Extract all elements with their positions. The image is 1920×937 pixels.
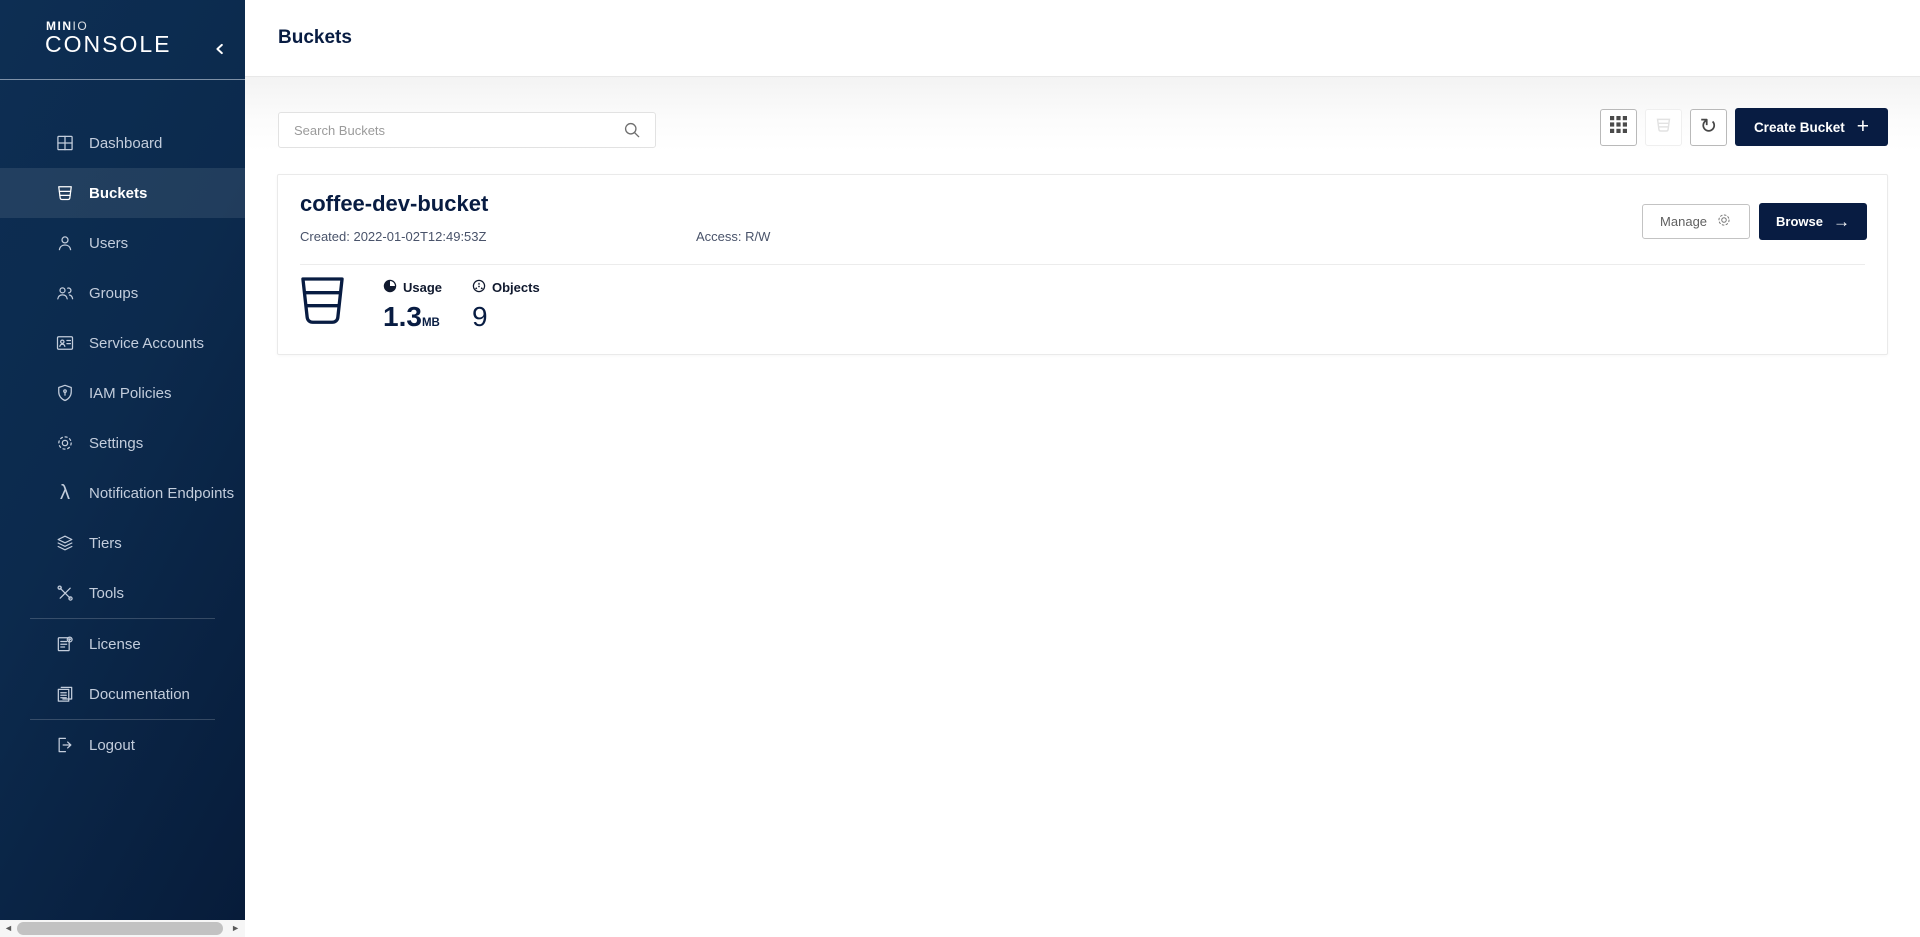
- sidebar-item-buckets[interactable]: Buckets: [0, 168, 245, 218]
- logout-icon: [55, 735, 75, 755]
- page-header: Buckets: [245, 0, 1920, 77]
- sidebar-item-label: Settings: [89, 435, 143, 452]
- create-bucket-button[interactable]: Create Bucket +: [1735, 108, 1888, 146]
- documentation-icon: [55, 684, 75, 704]
- sidebar: MINIO CONSOLE Dashboard Buckets Users: [0, 0, 245, 920]
- sidebar-collapse-button[interactable]: [211, 40, 229, 58]
- sidebar-item-groups[interactable]: Groups: [0, 268, 245, 318]
- sidebar-item-users[interactable]: Users: [0, 218, 245, 268]
- search-box: [278, 112, 656, 148]
- sidebar-item-label: Buckets: [89, 185, 147, 202]
- card-divider: [300, 264, 1865, 265]
- usage-unit: MB: [422, 317, 440, 329]
- sidebar-item-settings[interactable]: Settings: [0, 418, 245, 468]
- search-icon: [622, 120, 642, 140]
- sidebar-item-notification-endpoints[interactable]: λ Notification Endpoints: [0, 468, 245, 518]
- bucket-icon: [300, 275, 345, 332]
- chevron-left-icon: [211, 45, 229, 62]
- manage-button[interactable]: Manage: [1642, 204, 1750, 239]
- manage-label: Manage: [1660, 214, 1707, 229]
- sidebar-item-dashboard[interactable]: Dashboard: [0, 118, 245, 168]
- scroll-right-arrow-icon[interactable]: ►: [231, 921, 240, 936]
- usage-label: Usage: [403, 280, 442, 295]
- tools-icon: [55, 583, 75, 603]
- sidebar-item-label: Users: [89, 235, 128, 252]
- content-area: ↻ Create Bucket + coffee-dev-bucket Crea…: [245, 77, 1920, 937]
- sidebar-item-documentation[interactable]: Documentation: [0, 669, 245, 719]
- service-accounts-icon: [55, 333, 75, 353]
- sidebar-item-label: IAM Policies: [89, 385, 172, 402]
- plus-icon: +: [1857, 117, 1869, 137]
- app-logo: MINIO CONSOLE: [0, 0, 245, 80]
- usage-value: 1.3MB: [383, 301, 442, 333]
- bucket-card-actions: Manage Browse →: [1642, 203, 1867, 240]
- list-view-button: [1645, 109, 1682, 146]
- scrollbar-thumb[interactable]: [17, 922, 223, 935]
- bucket-card[interactable]: coffee-dev-bucket Created: 2022-01-02T12…: [277, 174, 1888, 355]
- usage-stat: Usage 1.3MB: [383, 279, 442, 333]
- buckets-icon: [55, 183, 75, 203]
- sidebar-item-label: Notification Endpoints: [89, 485, 234, 502]
- sidebar-item-label: Tiers: [89, 535, 122, 552]
- grid-view-icon: [1609, 115, 1628, 139]
- create-bucket-label: Create Bucket: [1754, 120, 1845, 135]
- refresh-button[interactable]: ↻: [1690, 109, 1727, 146]
- buckets-toolbar: ↻ Create Bucket +: [1600, 108, 1888, 146]
- sidebar-item-label: Logout: [89, 737, 135, 754]
- sidebar-item-iam-policies[interactable]: IAM Policies: [0, 368, 245, 418]
- page-title: Buckets: [278, 27, 352, 49]
- bucket-name[interactable]: coffee-dev-bucket: [300, 191, 488, 217]
- list-view-icon: [1654, 115, 1673, 139]
- groups-icon: [55, 283, 75, 303]
- sidebar-item-license[interactable]: License: [0, 619, 245, 669]
- license-icon: [55, 634, 75, 654]
- gear-icon: [55, 433, 75, 453]
- main-area: Buckets: [245, 0, 1920, 937]
- grid-view-button[interactable]: [1600, 109, 1637, 146]
- objects-stat: Objects 9: [472, 279, 540, 333]
- sidebar-item-tiers[interactable]: Tiers: [0, 518, 245, 568]
- sidebar-item-label: Groups: [89, 285, 138, 302]
- sidebar-item-label: Documentation: [89, 686, 190, 703]
- sidebar-item-label: Tools: [89, 585, 124, 602]
- objects-icon: [472, 279, 486, 296]
- bucket-created: Created: 2022-01-02T12:49:53Z: [300, 229, 486, 244]
- users-icon: [55, 233, 75, 253]
- horizontal-scrollbar[interactable]: ◄ ►: [0, 920, 245, 937]
- usage-pie-icon: [383, 279, 397, 296]
- lambda-icon: λ: [55, 483, 75, 503]
- sidebar-item-label: Dashboard: [89, 135, 162, 152]
- browse-label: Browse: [1776, 214, 1823, 229]
- sidebar-item-service-accounts[interactable]: Service Accounts: [0, 318, 245, 368]
- browse-button[interactable]: Browse →: [1759, 203, 1867, 240]
- search-input[interactable]: [279, 123, 622, 138]
- sidebar-nav: Dashboard Buckets Users Groups Service A: [0, 80, 245, 770]
- logo-console-text: CONSOLE: [45, 31, 171, 58]
- bucket-access: Access: R/W: [696, 229, 770, 244]
- layers-icon: [55, 533, 75, 553]
- objects-label: Objects: [492, 280, 540, 295]
- sidebar-item-label: Service Accounts: [89, 335, 204, 352]
- sidebar-item-logout[interactable]: Logout: [0, 720, 245, 770]
- objects-value: 9: [472, 301, 540, 333]
- shield-lock-icon: [55, 383, 75, 403]
- arrow-right-icon: →: [1833, 212, 1850, 232]
- sidebar-item-label: License: [89, 636, 141, 653]
- scroll-left-arrow-icon[interactable]: ◄: [4, 921, 13, 936]
- sidebar-item-tools[interactable]: Tools: [0, 568, 245, 618]
- gear-icon: [1716, 212, 1732, 231]
- dashboard-icon: [55, 133, 75, 153]
- refresh-icon: ↻: [1700, 116, 1718, 137]
